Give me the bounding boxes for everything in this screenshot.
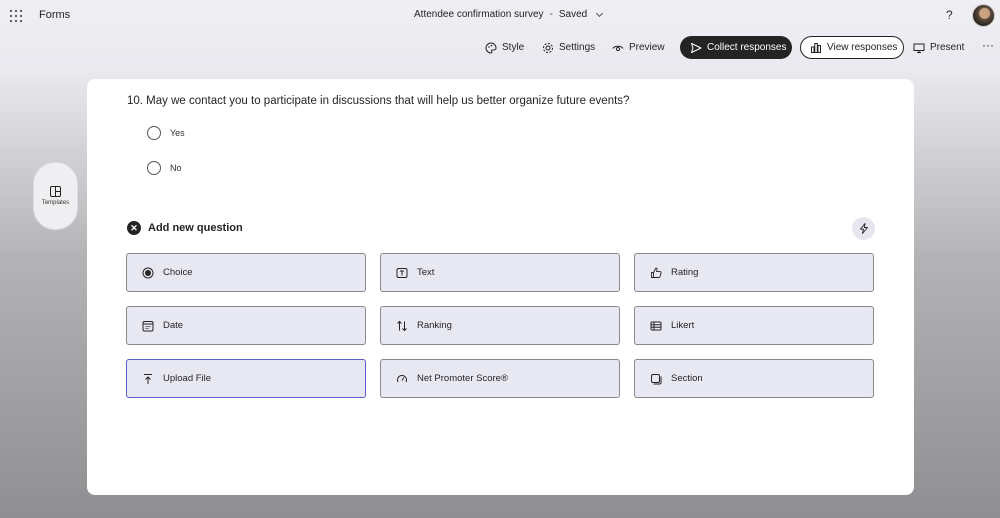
close-icon[interactable]: ✕ [127,221,141,235]
question-type-label: Upload File [163,373,212,384]
question-type-ranking[interactable]: Ranking [380,306,620,345]
option-label: No [170,163,182,173]
style-button[interactable]: Style [485,36,524,59]
radio-selected-icon [142,267,154,278]
app-name[interactable]: Forms [39,9,70,21]
view-responses-label: View responses [827,42,898,53]
question-type-label: Likert [671,320,695,331]
chevron-down-icon[interactable] [596,9,604,17]
question-type-rating[interactable]: Rating [634,253,874,292]
preview-label: Preview [629,42,665,53]
save-status: Saved [558,9,588,20]
templates-label: Templates [41,200,70,206]
monitor-icon [913,43,925,53]
question-type-net-promoter-score[interactable]: Net Promoter Score® [380,359,620,398]
question-type-label: Text [417,267,435,278]
question-type-section[interactable]: Section [634,359,874,398]
question-type-upload-file[interactable]: Upload File [126,359,366,398]
upload-icon [144,373,152,384]
document-title[interactable]: Attendee confirmation survey [414,9,544,20]
section-icon [651,373,662,384]
gauge-icon [397,374,407,382]
style-label: Style [502,42,525,53]
question-type-label: Net Promoter Score® [417,373,508,384]
present-label: Present [930,42,965,53]
preview-button[interactable]: Preview [612,36,665,59]
send-icon [691,42,702,53]
question-type-text[interactable]: Text [380,253,620,292]
add-new-question-label: Add new question [148,222,243,234]
bar-chart-icon [811,42,821,53]
palette-icon [485,41,497,54]
question-type-label: Date [163,320,184,331]
gear-icon [543,42,553,53]
settings-label: Settings [559,42,596,53]
collect-responses-button[interactable]: Collect responses [680,36,792,59]
question-type-label: Section [671,373,703,384]
text-box-icon [396,267,408,278]
radio-button[interactable] [147,161,161,175]
lightning-icon[interactable] [852,217,875,240]
question-type-label: Ranking [417,320,452,331]
option-label: Yes [170,128,185,138]
question-type-label: Rating [671,267,699,278]
settings-button[interactable]: Settings [542,36,595,59]
question-title[interactable]: 10. May we contact you to participate in… [127,95,629,107]
top-bar: Forms Attendee confirmation survey - Sav… [0,0,1000,32]
thumbs-up-icon [651,267,662,278]
more-options-icon[interactable]: ··· [982,33,994,56]
option-yes[interactable]: Yes [147,126,185,140]
view-responses-button[interactable]: View responses [800,36,904,59]
calendar-icon [142,320,154,331]
collect-responses-label: Collect responses [707,42,787,53]
help-icon[interactable]: ? [946,8,953,22]
templates-button[interactable]: Templates [33,162,78,230]
document-title-area[interactable]: Attendee confirmation survey - Saved [414,9,604,20]
templates-icon [50,186,61,197]
form-card: 10. May we contact you to participate in… [87,79,914,495]
app-launcher-icon[interactable] [10,10,22,22]
question-type-likert[interactable]: Likert [634,306,874,345]
add-new-question-header[interactable]: ✕ Add new question [127,221,243,235]
question-type-label: Choice [163,267,193,278]
toolbar: Style Settings Preview Collect responses… [0,36,1000,60]
radio-button[interactable] [147,126,161,140]
title-separator: - [549,9,553,20]
grid-table-icon [650,321,662,330]
sort-arrows-icon [397,320,407,331]
option-no[interactable]: No [147,161,182,175]
question-type-choice[interactable]: Choice [126,253,366,292]
eye-icon [612,45,624,51]
avatar[interactable] [972,4,995,27]
question-type-date[interactable]: Date [126,306,366,345]
present-button[interactable]: Present [913,36,964,59]
